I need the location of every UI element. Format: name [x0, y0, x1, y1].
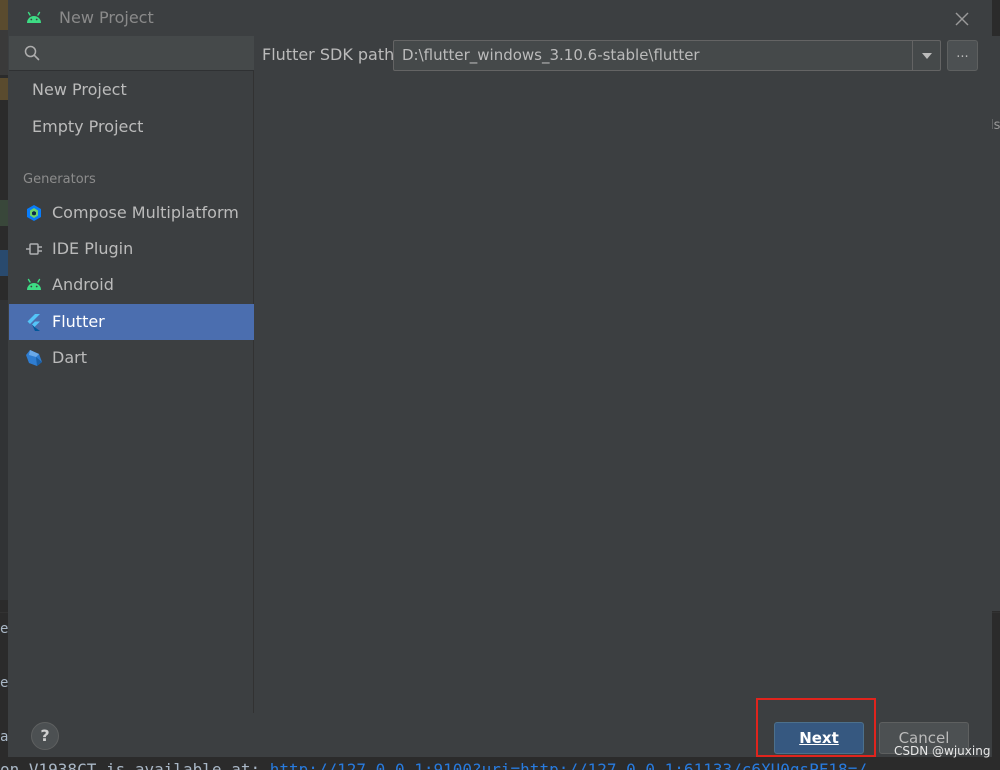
- search-icon: [24, 45, 40, 61]
- flutter-sdk-path-label: Flutter SDK path:: [262, 45, 400, 64]
- sidebar-item-label: New Project: [32, 80, 127, 99]
- sidebar-item-label: Dart: [52, 348, 87, 367]
- sidebar-item-empty-project[interactable]: Empty Project: [9, 109, 254, 145]
- help-button[interactable]: ?: [31, 722, 59, 750]
- sidebar-item-new-project[interactable]: New Project: [9, 72, 254, 108]
- dialog-title: New Project: [59, 8, 154, 27]
- sdk-path-dropdown-button[interactable]: [912, 41, 940, 70]
- bg-editor-strip: [0, 250, 8, 276]
- dialog-titlebar: New Project: [8, 0, 992, 36]
- bg-console-text: on V1938CT is available at:: [0, 760, 270, 770]
- flutter-settings-panel: Flutter SDK path: D:\flutter_windows_3.1…: [255, 36, 992, 713]
- bg-editor-strip: [0, 78, 8, 100]
- new-project-dialog: New Project New Project Empty Project Ge…: [8, 0, 992, 757]
- bg-editor-strip: [0, 0, 8, 30]
- dart-icon: [26, 350, 42, 366]
- sidebar-item-ide-plugin[interactable]: IDE Plugin: [9, 231, 254, 267]
- dialog-footer: ? Next Cancel: [8, 713, 992, 757]
- flutter-sdk-path-combobox[interactable]: D:\flutter_windows_3.10.6-stable\flutter: [393, 40, 941, 71]
- android-icon: [27, 11, 41, 23]
- generators-group-label: Generators: [23, 172, 96, 187]
- bg-console-link[interactable]: http://127.0.0.1:9100?uri=http://127.0.0…: [270, 760, 867, 770]
- sidebar-item-android[interactable]: Android: [9, 267, 254, 303]
- sidebar-item-compose-multiplatform[interactable]: Compose Multiplatform: [9, 195, 254, 231]
- plugin-icon: [26, 243, 42, 255]
- android-icon: [27, 278, 41, 290]
- sidebar-item-label: Compose Multiplatform: [52, 203, 239, 222]
- browse-sdk-button[interactable]: ...: [947, 40, 978, 71]
- close-icon: [955, 12, 969, 26]
- flutter-icon: [27, 314, 40, 331]
- search-input[interactable]: [49, 40, 244, 66]
- watermark: CSDN @wjuxing: [894, 744, 991, 758]
- bg-editor-strip: [0, 30, 8, 75]
- compose-multiplatform-icon: [27, 205, 41, 221]
- chevron-down-icon: [921, 52, 932, 59]
- sidebar-item-label: IDE Plugin: [52, 239, 134, 258]
- close-button[interactable]: [951, 8, 973, 30]
- sidebar-item-dart[interactable]: Dart: [9, 340, 254, 376]
- sidebar-item-label: Empty Project: [32, 117, 144, 136]
- flutter-sdk-path-value[interactable]: D:\flutter_windows_3.10.6-stable\flutter: [402, 46, 700, 64]
- bg-console-line: on V1938CT is available at: http://127.0…: [0, 756, 1000, 770]
- project-type-sidebar: New Project Empty Project Generators Com…: [8, 36, 254, 713]
- bg-editor-strip: [0, 300, 8, 600]
- next-button[interactable]: Next: [774, 722, 864, 754]
- sidebar-item-label: Android: [52, 275, 114, 294]
- bg-editor-strip: [0, 200, 8, 226]
- sidebar-item-flutter[interactable]: Flutter: [9, 304, 254, 340]
- search-box[interactable]: [9, 36, 254, 71]
- sidebar-item-label: Flutter: [52, 312, 105, 331]
